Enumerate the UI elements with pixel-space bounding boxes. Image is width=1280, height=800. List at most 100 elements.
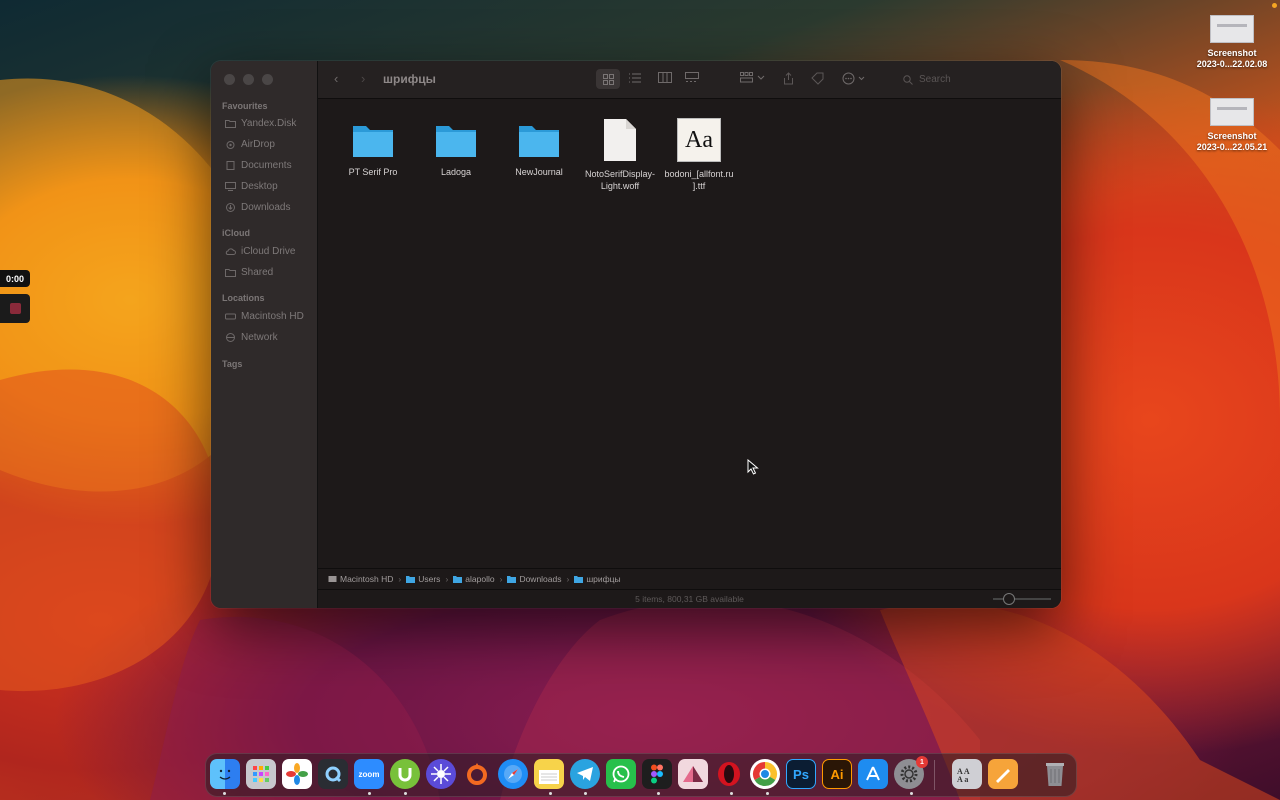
finder-icon[interactable] [210,759,240,789]
safari-icon[interactable] [498,759,528,789]
spark-icon[interactable] [426,759,456,789]
sidebar-item-label: iCloud Drive [241,246,296,257]
origin-icon[interactable] [462,759,492,789]
figma-icon[interactable] [642,759,672,789]
cloud-icon [225,248,236,255]
back-button[interactable]: ‹ [334,72,338,86]
search-placeholder: Search [919,74,951,85]
sidebar-item-network[interactable]: Network [225,332,278,343]
tags-button[interactable] [811,72,824,88]
list-view-button[interactable] [629,72,641,86]
file-name: bodoni_[allfont.ru].ttf [664,169,734,191]
path-item-current[interactable]: шрифцы [574,574,621,584]
path-separator-icon: › [398,574,402,584]
folder-icon [353,126,393,157]
file-item-pt-serif-pro[interactable]: PT Serif Pro [333,120,413,178]
share-button[interactable] [783,72,794,88]
path-item-alapollo[interactable]: alapollo [453,574,495,584]
zoom-button[interactable] [262,74,273,85]
whatsapp-icon[interactable] [606,759,636,789]
path-item-users[interactable]: Users [406,574,440,584]
telegram-icon[interactable] [570,759,600,789]
sidebar-item-label: Macintosh HD [241,311,304,322]
recording-stop-button[interactable] [0,294,30,323]
folder-icon [406,576,416,583]
gallery-icon [685,72,699,82]
column-view-button[interactable] [658,72,672,86]
compass-icon [504,765,522,783]
file-item-notoserifdisplay[interactable]: NotoSerifDisplay- Light.woff [580,118,660,192]
document-icon [226,161,235,170]
paper-plane-icon [577,767,593,781]
file-name: Ladoga [440,167,472,177]
opera-o-icon [718,762,740,786]
sidebar-item-desktop[interactable]: Desktop [225,181,278,192]
quicktime-icon[interactable] [318,759,348,789]
appstore-icon[interactable] [858,759,888,789]
photoshop-icon[interactable]: Ps [786,759,816,789]
chrome-icon[interactable] [750,759,780,789]
columns-icon [658,72,672,83]
sidebar-item-shared[interactable]: Shared [225,267,273,278]
path-item-downloads[interactable]: Downloads [507,574,562,584]
font-book-letters-icon: A AA a [957,767,970,783]
sidebar-item-documents[interactable]: Documents [225,160,292,171]
downloads-folder-icon [507,576,517,583]
finder-window: Favourites Yandex.Disk AirDrop Documents… [211,61,1061,608]
sidebar-item-label: Network [241,332,278,343]
finder-face-icon [219,769,231,780]
screenshot-thumbnail-icon [1210,98,1254,126]
quicktime-q-icon [325,766,342,783]
sidebar-item-icloud-drive[interactable]: iCloud Drive [225,246,295,257]
more-actions-button[interactable] [842,72,868,88]
gallery-view-button[interactable] [685,72,699,86]
slider-knob[interactable] [1003,593,1015,605]
file-item-ladoga[interactable]: Ladoga [416,120,496,178]
photos-icon[interactable] [282,759,312,789]
tag-icon [811,72,824,85]
desktop-file-screenshot-1[interactable]: Screenshot 2023-0...22.02.08 [1187,15,1277,70]
font-book-icon[interactable]: A AA a [952,759,982,789]
trash-icon[interactable] [1040,759,1070,789]
file-item-bodoni-ttf[interactable]: Aa bodoni_[allfont.ru].ttf [659,118,739,192]
sidebar-item-yandex-disk[interactable]: Yandex.Disk [225,118,296,129]
affinity-icon[interactable] [678,759,708,789]
close-button[interactable] [224,74,235,85]
search-field[interactable]: Search [903,71,1033,88]
running-indicator [657,792,660,795]
desktop-file-name: Screenshot [1207,131,1257,141]
whatsapp-phone-icon [612,765,630,783]
sidebar-item-label: Yandex.Disk [241,118,297,129]
desktop-file-date: 2023-0...22.02.08 [1196,59,1268,69]
notes-icon[interactable] [534,759,564,789]
pages-icon[interactable] [988,759,1018,789]
desktop-icon [225,182,236,191]
desktop-file-date: 2023-0...22.05.21 [1196,142,1268,152]
running-indicator [910,792,913,795]
icon-size-slider[interactable] [993,593,1051,605]
icon-view-button[interactable] [596,69,620,89]
forward-button[interactable]: › [361,72,365,86]
hard-drive-icon [328,576,337,582]
downloads-icon [226,203,235,212]
launchpad-icon[interactable] [246,759,276,789]
globe-icon [226,333,235,342]
group-by-button[interactable] [740,72,766,86]
sidebar-item-macintosh-hd[interactable]: Macintosh HD [225,311,304,322]
sidebar-item-airdrop[interactable]: AirDrop [225,139,275,150]
sidebar-item-downloads[interactable]: Downloads [225,202,290,213]
system-settings-icon[interactable]: 1 [894,756,928,789]
status-bar: 5 items, 800,31 GB available [318,589,1061,608]
path-item-macintosh-hd[interactable]: Macintosh HD [328,574,393,584]
running-indicator [223,792,226,795]
document-icon [604,119,636,161]
photos-flower-icon [286,763,308,785]
illustrator-icon[interactable]: Ai [822,759,852,789]
zoom-icon[interactable]: zoom [354,759,384,789]
file-item-newjournal[interactable]: NewJournal [499,120,579,178]
utorrent-icon[interactable] [390,759,420,789]
opera-icon[interactable] [714,759,744,789]
desktop-file-screenshot-2[interactable]: Screenshot 2023-0...22.05.21 [1187,98,1277,153]
minimize-button[interactable] [243,74,254,85]
grid-icon [602,73,614,85]
